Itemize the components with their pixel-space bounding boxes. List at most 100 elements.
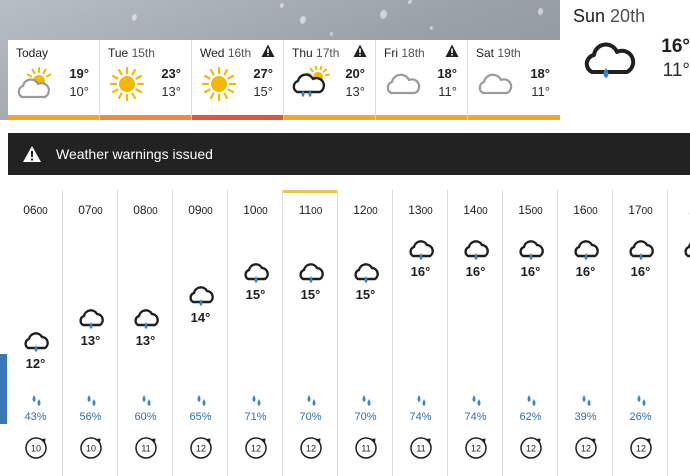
raindrops-icon <box>252 395 261 406</box>
wind-direction-icon: 11 <box>410 437 432 459</box>
raindrop <box>300 16 307 25</box>
hour-temperature: 16° <box>520 264 541 279</box>
hour-temperature: 16° <box>575 264 596 279</box>
temperature-color-bar <box>100 115 191 120</box>
side-feedback-tab[interactable] <box>0 354 7 424</box>
hour-column[interactable]: 1200 15° 70% 11 <box>338 190 393 476</box>
day-card-sat[interactable]: Sat 19th 18° 11° <box>468 40 560 120</box>
wind-speed: 10 <box>31 444 41 454</box>
wind-speed: 10 <box>86 444 96 454</box>
cloud-icon <box>382 66 424 102</box>
raindrops-icon <box>32 395 41 406</box>
light-shower-icon <box>242 261 270 285</box>
light-shower-icon <box>627 238 655 262</box>
day-card-thu[interactable]: Thu 17th 20° 13° <box>284 40 376 120</box>
light-shower-icon <box>462 238 490 262</box>
wind-speed: 12 <box>526 444 536 454</box>
hour-column[interactable]: 18 <box>668 190 690 476</box>
hour-column[interactable]: 1300 16° 74% 11 <box>393 190 448 476</box>
warning-icon <box>445 44 459 58</box>
hour-column[interactable]: 0800 13° 60% 11 <box>118 190 173 476</box>
temperature-color-bar <box>376 115 467 120</box>
hour-label: 1400 <box>463 203 488 217</box>
chance-of-rain: 70% <box>354 411 377 423</box>
raindrops-icon <box>527 395 536 406</box>
wind-direction-icon: 12 <box>190 437 212 459</box>
warning-icon <box>23 146 41 162</box>
hour-temperature: 12° <box>25 356 46 371</box>
low-temp: 13° <box>161 84 181 99</box>
wind-speed: 12 <box>306 444 316 454</box>
temperature-color-bar <box>192 115 283 120</box>
raindrop <box>430 26 434 31</box>
hour-temperature: 13° <box>135 333 156 348</box>
wind-speed: 12 <box>581 444 591 454</box>
hour-column[interactable]: 0700 13° 56% 10 <box>63 190 118 476</box>
chance-of-rain: 62% <box>519 411 542 423</box>
high-temp: 20° <box>345 66 365 81</box>
hour-label: 1600 <box>573 203 598 217</box>
hour-label: 1700 <box>628 203 653 217</box>
hour-label: 0600 <box>23 203 48 217</box>
warnings-text: Weather warnings issued <box>56 146 213 162</box>
day-card-fri[interactable]: Fri 18th 18° 11° <box>376 40 468 120</box>
wind-speed: 11 <box>141 444 150 454</box>
hour-temperature: 15° <box>245 287 266 302</box>
thundery-shower-icon <box>290 65 332 102</box>
wind-speed: 12 <box>636 444 646 454</box>
hour-temperature: 15° <box>300 287 321 302</box>
raindrops-icon <box>472 395 481 406</box>
warning-icon <box>261 44 275 58</box>
sunny-icon <box>198 66 240 102</box>
raindrops-icon <box>637 395 646 406</box>
wind-direction-icon: 12 <box>465 437 487 459</box>
wind-direction-icon: 11 <box>135 437 157 459</box>
hour-column[interactable]: 1600 16° 39% 12 <box>558 190 613 476</box>
chance-of-rain: 74% <box>409 411 432 423</box>
raindrops-icon <box>307 395 316 406</box>
hour-column[interactable]: 1000 15° 71% 12 <box>228 190 283 476</box>
day-card-wed[interactable]: Wed 16th 27° 15° <box>192 40 284 120</box>
hour-column[interactable]: 0600 12° 43% 10 <box>8 190 63 476</box>
hour-temperature: 16° <box>410 264 431 279</box>
wind-direction-icon: 12 <box>630 437 652 459</box>
day-name: Fri 18th <box>384 46 425 60</box>
day-name: Thu 17th <box>292 46 340 60</box>
hour-label: 1100 <box>298 203 323 217</box>
raindrops-icon <box>197 395 206 406</box>
weather-warnings-banner[interactable]: Weather warnings issued <box>8 133 690 175</box>
low-temp: 15° <box>253 84 273 99</box>
light-shower-icon <box>352 261 380 285</box>
wind-speed: 11 <box>416 444 425 454</box>
hour-column[interactable]: 1500 16° 62% 12 <box>503 190 558 476</box>
hour-label: 1500 <box>518 203 543 217</box>
day-card-sunday[interactable]: Sun 20th 16° 11° <box>560 0 690 120</box>
light-shower-icon <box>517 238 545 262</box>
hour-column[interactable]: 1400 16° 74% 12 <box>448 190 503 476</box>
raindrops-icon <box>362 395 371 406</box>
high-temp: 19° <box>69 66 89 81</box>
temperature-color-bar <box>8 115 99 120</box>
wind-speed: 12 <box>251 444 261 454</box>
wind-speed: 12 <box>471 444 481 454</box>
high-temp: 18° <box>530 66 550 81</box>
day-card-today[interactable]: Today 19° 10° <box>8 40 100 120</box>
chance-of-rain: 65% <box>189 411 212 423</box>
temperature-color-bar <box>284 115 375 120</box>
hour-label: 0700 <box>78 203 103 217</box>
raindrop <box>280 3 285 9</box>
selected-hour-indicator <box>283 190 337 193</box>
sunday-low-temp: 11° <box>662 60 690 81</box>
wind-direction-icon: 12 <box>245 437 267 459</box>
hour-label: 1300 <box>408 203 433 217</box>
chance-of-rain: 56% <box>79 411 102 423</box>
raindrops-icon <box>417 395 426 406</box>
hour-column[interactable]: 1100 15° 70% 12 <box>283 190 338 476</box>
hour-column[interactable]: 0900 14° 65% 12 <box>173 190 228 476</box>
hour-column[interactable]: 1700 16° 26% 12 <box>613 190 668 476</box>
temperature-color-bar <box>468 115 560 120</box>
light-shower-icon <box>187 284 215 308</box>
hour-temperature: 15° <box>355 287 376 302</box>
low-temp: 13° <box>345 84 365 99</box>
day-card-tue[interactable]: Tue 15th 23° 13° <box>100 40 192 120</box>
